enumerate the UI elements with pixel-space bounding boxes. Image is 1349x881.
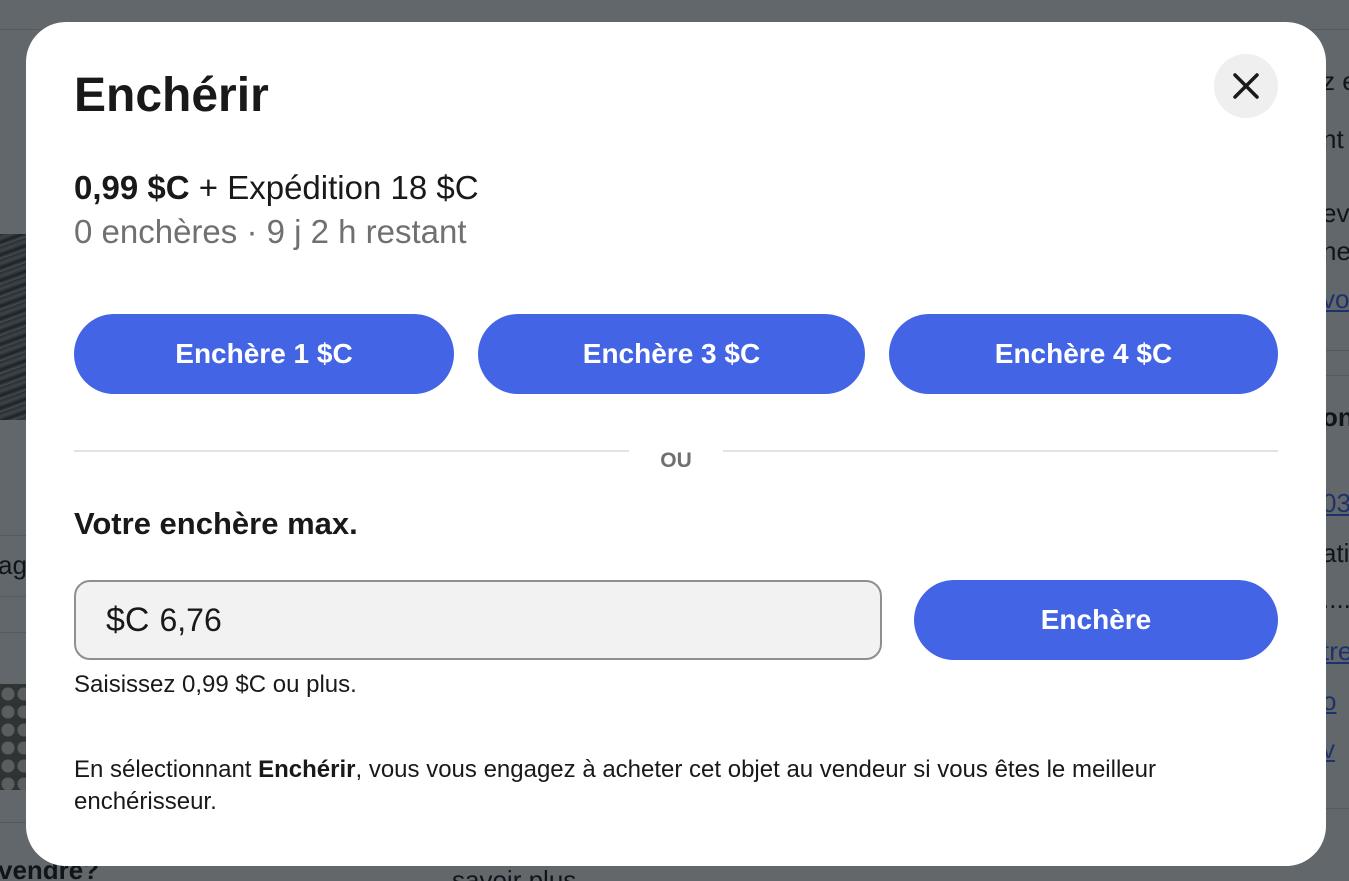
max-bid-field[interactable]: $C	[74, 580, 882, 660]
dialog-title: Enchérir	[74, 69, 269, 122]
divider-line	[74, 450, 629, 452]
quick-bid-button-4[interactable]: Enchère 4 $C	[889, 314, 1278, 394]
quick-bid-button-3[interactable]: Enchère 3 $C	[478, 314, 865, 394]
bid-dialog: Enchérir 0,99 $C + Expédition 18 $C 0 en…	[26, 22, 1326, 866]
quick-bid-button-1[interactable]: Enchère 1 $C	[74, 314, 454, 394]
divider-text: OU	[660, 449, 692, 472]
legal-prefix: En sélectionnant	[74, 756, 259, 783]
current-price: 0,99 $C	[74, 169, 190, 206]
max-bid-label: Votre enchère max.	[74, 506, 358, 541]
legal-notice: En sélectionnant Enchérir, vous vous eng…	[74, 754, 1264, 818]
legal-bold: Enchérir	[258, 756, 356, 783]
price-line: 0,99 $C + Expédition 18 $C	[74, 168, 479, 208]
submit-bid-button[interactable]: Enchère	[914, 580, 1278, 660]
divider-line	[723, 450, 1278, 452]
max-bid-input[interactable]	[159, 601, 760, 639]
close-button[interactable]	[1214, 54, 1278, 118]
close-icon	[1233, 73, 1259, 99]
shipping-cost: + Expédition 18 $C	[198, 169, 479, 206]
bid-hint: Saisissez 0,99 $C ou plus.	[74, 671, 357, 698]
currency-prefix: $C	[106, 600, 150, 639]
bid-status: 0 enchères · 9 j 2 h restant	[74, 213, 467, 250]
